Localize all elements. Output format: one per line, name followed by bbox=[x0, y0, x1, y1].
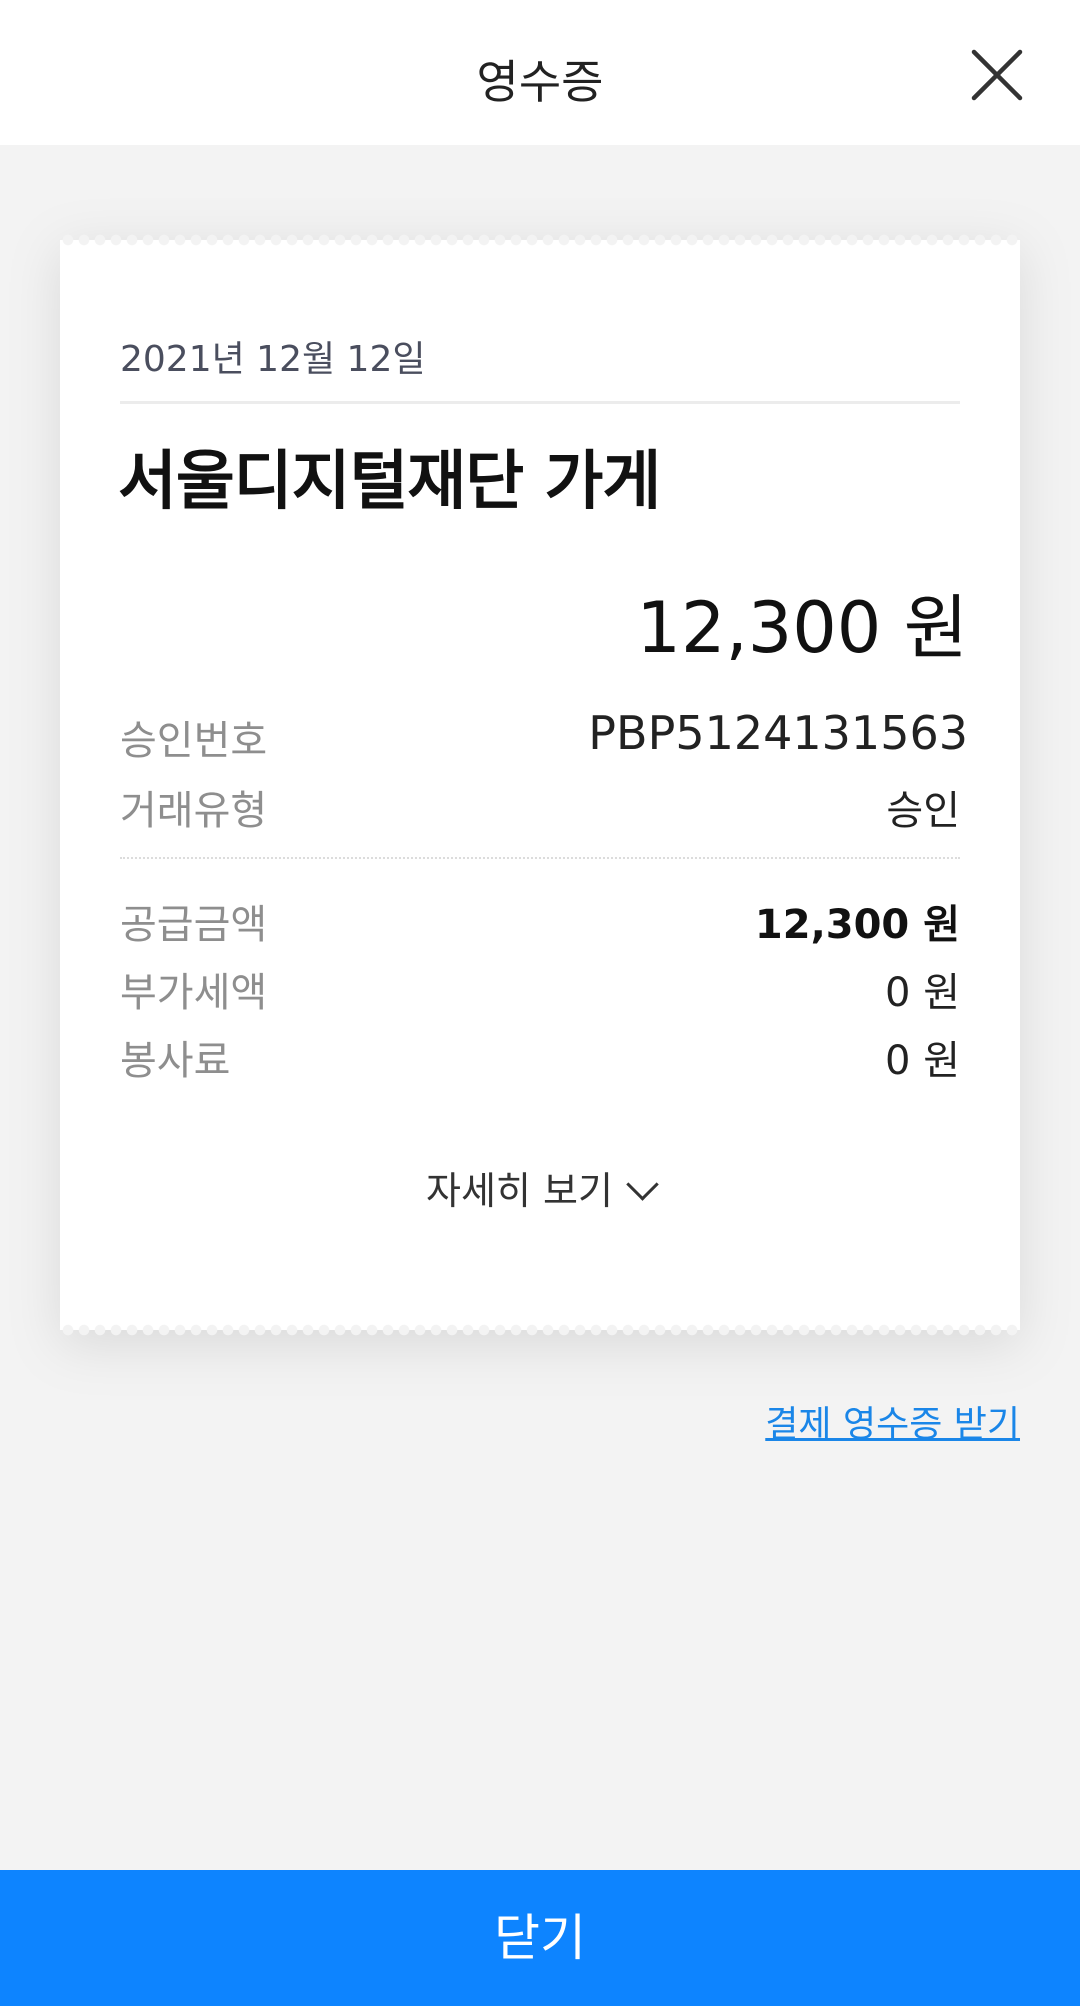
supply-amount-value: 12,300 원 bbox=[754, 902, 960, 948]
transaction-type-label: 거래유형 bbox=[120, 788, 268, 834]
detail-toggle-button[interactable]: 자세히 보기 bbox=[0, 1160, 1080, 1215]
dotted-divider bbox=[120, 857, 960, 859]
receipt-top-edge bbox=[60, 234, 1020, 246]
total-amount: 12,300 원 bbox=[636, 587, 968, 669]
supply-amount-label: 공급금액 bbox=[120, 902, 268, 948]
page-title: 영수증 bbox=[476, 55, 604, 109]
payment-receipt-link[interactable]: 결제 영수증 받기 bbox=[765, 1395, 1020, 1447]
divider bbox=[120, 401, 960, 404]
receipt-date: 2021년 12월 12일 bbox=[120, 339, 426, 380]
approval-number-value: PBP5124131563 bbox=[588, 706, 968, 760]
chevron-down-icon bbox=[626, 1168, 659, 1201]
service-charge-label: 봉사료 bbox=[120, 1038, 231, 1084]
close-icon[interactable] bbox=[968, 46, 1026, 104]
vat-value: 0 원 bbox=[885, 970, 960, 1016]
detail-toggle-label: 자세히 보기 bbox=[426, 1169, 613, 1213]
store-name: 서울디지털재단 가게 bbox=[118, 445, 661, 519]
service-charge-value: 0 원 bbox=[885, 1038, 960, 1084]
close-button[interactable]: 닫기 bbox=[0, 1870, 1080, 2006]
header-bar: 영수증 bbox=[0, 0, 1080, 145]
vat-label: 부가세액 bbox=[120, 970, 268, 1016]
receipt-bottom-edge bbox=[60, 1324, 1020, 1336]
transaction-type-value: 승인 bbox=[886, 788, 960, 834]
approval-number-label: 승인번호 bbox=[120, 718, 268, 764]
